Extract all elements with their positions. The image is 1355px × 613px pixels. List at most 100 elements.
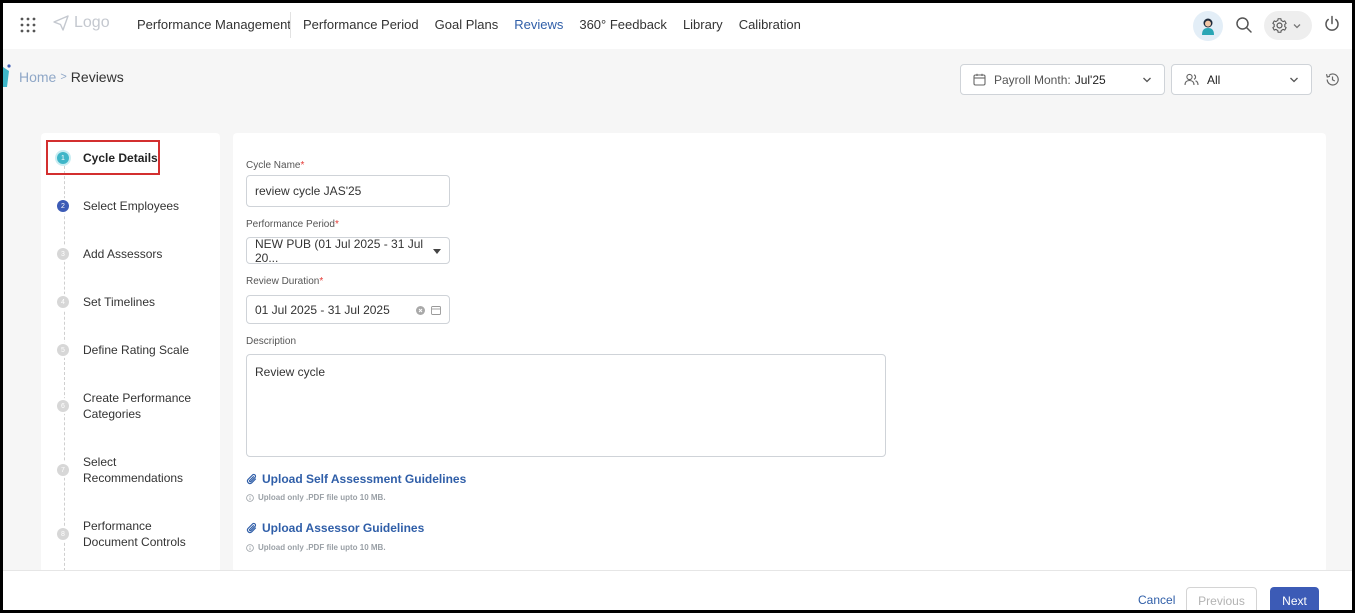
tab-performance-period[interactable]: Performance Period: [303, 17, 419, 32]
payroll-month-label: Payroll Month:: [994, 72, 1071, 87]
avatar[interactable]: [1193, 11, 1223, 41]
upload-self-assessment-label: Upload Self Assessment Guidelines: [262, 472, 467, 486]
step-label: Cycle Details: [83, 151, 158, 165]
employee-group-value: All: [1207, 72, 1221, 87]
chevron-down-icon: [1143, 77, 1151, 83]
employee-group-dropdown[interactable]: All: [1171, 64, 1312, 95]
payroll-month-dropdown[interactable]: Payroll Month: Jul'25: [960, 64, 1165, 95]
step-number: 4: [57, 296, 69, 308]
step-set-timelines[interactable]: 4 Set Timelines: [57, 294, 195, 310]
required-mark: *: [300, 160, 305, 171]
cycle-name-value: review cycle JAS'25: [255, 184, 362, 198]
step-label: Select Employees: [83, 199, 180, 213]
top-navbar: Logo Performance Management Performance …: [3, 3, 1352, 49]
description-value: Review cycle: [255, 365, 326, 379]
breadcrumb-home[interactable]: Home: [19, 69, 56, 85]
cycle-details-form: Cycle Name* review cycle JAS'25 Performa…: [233, 133, 1326, 573]
nav-tabs: Performance Period Goal Plans Reviews 36…: [303, 17, 817, 32]
module-title[interactable]: Performance Management: [137, 17, 291, 32]
search-icon[interactable]: [1235, 16, 1253, 34]
tab-calibration[interactable]: Calibration: [739, 17, 801, 32]
required-mark: *: [334, 219, 339, 230]
nav-divider: [290, 12, 291, 38]
user-avatar-icon: [1202, 18, 1214, 35]
app-window: Logo Performance Management Performance …: [3, 3, 1352, 610]
upload-hint-text: Upload only .PDF file upto 10 MB.: [258, 543, 386, 552]
next-button[interactable]: Next: [1270, 587, 1319, 610]
power-icon[interactable]: [1323, 15, 1341, 33]
breadcrumb: Home > Reviews: [19, 69, 124, 85]
step-number: 2: [57, 200, 69, 212]
step-number: 1: [57, 152, 69, 164]
paperclip-icon: [246, 473, 257, 484]
footer-actions: Cancel Previous Next: [3, 570, 1352, 610]
step-number: 7: [57, 464, 69, 476]
step-performance-document-controls[interactable]: 8 Performance Document Controls: [57, 518, 195, 550]
logo-text: Logo: [74, 14, 110, 31]
upload-assessor-label: Upload Assessor Guidelines: [262, 521, 425, 535]
caret-down-icon: [433, 249, 441, 254]
description-label: Description: [246, 336, 297, 347]
step-label: Set Timelines: [83, 295, 156, 309]
cycle-name-input[interactable]: review cycle JAS'25: [246, 175, 450, 207]
upload-hint: Upload only .PDF file upto 10 MB.: [246, 543, 386, 552]
step-number: 8: [57, 528, 69, 540]
previous-button[interactable]: Previous: [1186, 587, 1257, 610]
required-mark: *: [319, 276, 324, 287]
upload-hint-text: Upload only .PDF file upto 10 MB.: [258, 493, 386, 502]
date-input-icons: [416, 305, 441, 315]
gear-icon: [1272, 18, 1287, 33]
users-icon: [1184, 73, 1199, 86]
calendar-icon: [973, 73, 986, 86]
setup-stepper: 1 Cycle Details 2 Select Employees 3 Add…: [41, 133, 220, 581]
step-define-rating-scale[interactable]: 5 Define Rating Scale: [57, 342, 195, 358]
chevron-down-icon: [1293, 23, 1301, 28]
app-grid-icon[interactable]: [19, 16, 37, 34]
step-label: Create Performance Categories: [83, 391, 192, 421]
step-add-assessors[interactable]: 3 Add Assessors: [57, 246, 195, 262]
info-icon: [246, 543, 254, 552]
step-label: Select Recommendations: [83, 455, 184, 485]
step-label: Define Rating Scale: [83, 343, 190, 357]
tab-goal-plans[interactable]: Goal Plans: [435, 17, 499, 32]
chevron-down-icon: [1290, 77, 1298, 83]
review-duration-value: 01 Jul 2025 - 31 Jul 2025: [255, 302, 390, 317]
step-create-performance-categories[interactable]: 6 Create Performance Categories: [57, 390, 195, 422]
step-cycle-details[interactable]: 1 Cycle Details: [57, 150, 195, 166]
performance-period-label-text: Performance Period: [246, 219, 335, 230]
step-select-employees[interactable]: 2 Select Employees: [57, 198, 195, 214]
upload-assessor-guidelines[interactable]: Upload Assessor Guidelines: [246, 521, 424, 535]
tab-library[interactable]: Library: [683, 17, 723, 32]
breadcrumb-current: Reviews: [70, 69, 124, 85]
cycle-name-label: Cycle Name*: [246, 160, 304, 171]
step-label: Performance Document Controls: [83, 519, 186, 549]
clear-icon[interactable]: [416, 305, 425, 315]
upload-self-assessment-guidelines[interactable]: Upload Self Assessment Guidelines: [246, 472, 466, 486]
breadcrumb-separator: >: [60, 71, 67, 83]
settings-menu[interactable]: [1264, 11, 1312, 40]
cycle-name-label-text: Cycle Name: [246, 160, 301, 171]
paperclip-icon: [246, 522, 257, 533]
step-number: 6: [57, 400, 69, 412]
performance-period-label: Performance Period*: [246, 219, 339, 230]
tab-reviews[interactable]: Reviews: [514, 17, 563, 32]
paper-plane-icon: [53, 15, 69, 31]
tab-360-feedback[interactable]: 360° Feedback: [579, 17, 667, 32]
review-duration-label: Review Duration*: [246, 276, 323, 287]
description-textarea[interactable]: Review cycle: [246, 354, 886, 457]
review-duration-input[interactable]: 01 Jul 2025 - 31 Jul 2025: [246, 295, 450, 324]
payroll-month-value: Jul'25: [1074, 72, 1106, 87]
performance-period-select[interactable]: NEW PUB (01 Jul 2025 - 31 Jul 20...: [246, 236, 450, 265]
review-duration-label-text: Review Duration: [246, 276, 320, 287]
step-number: 5: [57, 344, 69, 356]
step-label: Add Assessors: [83, 247, 163, 261]
performance-period-value: NEW PUB (01 Jul 2025 - 31 Jul 20...: [255, 236, 424, 265]
logo[interactable]: Logo: [53, 14, 110, 32]
cancel-button[interactable]: Cancel: [1138, 593, 1175, 607]
calendar-icon[interactable]: [431, 305, 441, 315]
info-icon: [246, 493, 254, 502]
history-icon[interactable]: [1325, 72, 1340, 87]
step-select-recommendations[interactable]: 7 Select Recommendations: [57, 454, 195, 486]
step-number: 3: [57, 248, 69, 260]
decorative-accent-icon: [3, 64, 11, 87]
